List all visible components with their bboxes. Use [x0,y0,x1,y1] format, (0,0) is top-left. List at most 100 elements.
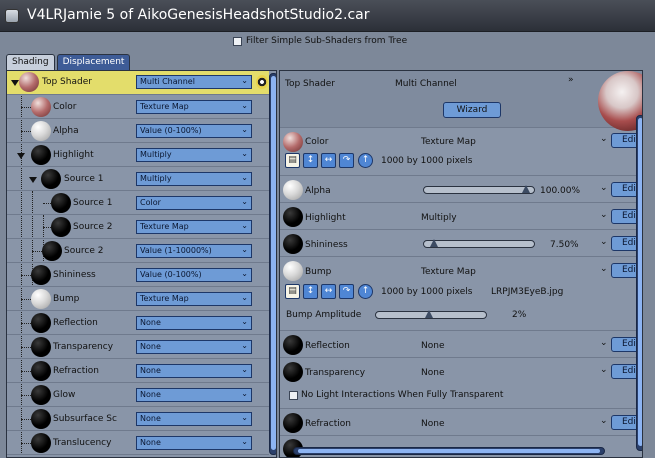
tree-row-source1[interactable]: Source 1 Multiply ⌄ [7,167,269,191]
wizard-button[interactable]: Wizard [443,102,501,118]
shader-type-select[interactable]: Multiply ⌄ [136,148,252,162]
bump-amplitude-slider[interactable] [375,310,487,319]
tree-row-transparency[interactable]: Transparency None ⌄ [7,335,269,359]
shader-preview-icon [51,193,71,213]
tree-row-source2-texture[interactable]: Source 2 Texture Map ⌄ [7,215,269,239]
chevron-down-icon[interactable]: ⌄ [600,264,608,274]
flip-horizontal-icon[interactable]: ↔ [321,153,336,168]
open-folder-icon[interactable]: ▤ [285,153,300,168]
prop-value[interactable]: 7.50% [550,240,579,250]
flip-horizontal-icon[interactable]: ↔ [321,284,336,299]
up-arrow-icon[interactable]: ↑ [358,153,373,168]
tree-line [21,299,31,300]
tree-row-alpha[interactable]: Alpha Value (0-100%) ⌄ [7,119,269,143]
chevron-down-icon: ⌄ [241,76,248,85]
chevron-down-icon: ⌄ [241,269,248,278]
alpha-slider[interactable] [423,185,535,194]
tree-row-refraction[interactable]: Refraction None ⌄ [7,359,269,383]
open-folder-icon[interactable]: ▤ [285,284,300,299]
shader-type-select[interactable]: Texture Map ⌄ [136,100,252,114]
shader-tree: Top Shader Multi Channel ⌄ Color Texture … [6,70,277,458]
tree-row-glow[interactable]: Glow None ⌄ [7,383,269,407]
shader-type-select[interactable]: Value (1-10000%) ⌄ [136,244,252,258]
props-vertical-scrollbar[interactable] [636,115,642,451]
chevron-down-icon[interactable]: ⌄ [600,134,608,144]
slider-thumb[interactable] [522,185,530,193]
up-arrow-icon[interactable]: ↑ [358,284,373,299]
prop-label: Top Shader [285,79,335,89]
tree-row-shininess[interactable]: Shininess Value (0-100%) ⌄ [7,263,269,287]
tab-shading[interactable]: Shading [6,54,55,70]
select-value: Value (0-100%) [140,126,202,135]
tree-row-bump[interactable]: Bump Texture Map ⌄ [7,287,269,311]
shader-preview-icon [31,265,51,285]
shader-type-select[interactable]: Value (0-100%) ⌄ [136,124,252,138]
flip-vertical-icon[interactable]: ↕ [303,284,318,299]
shader-preview-icon [31,433,51,453]
shader-preview-icon [31,385,51,405]
shader-type-select[interactable]: Multiply ⌄ [136,172,252,186]
chevron-down-icon[interactable]: ⌄ [600,237,608,247]
chevron-down-icon[interactable]: ⌄ [600,210,608,220]
tree-label: Shininess [53,270,96,280]
tree-row-source2-value[interactable]: Source 2 Value (1-10000%) ⌄ [7,239,269,263]
filter-checkbox[interactable] [233,36,242,46]
shader-type-select[interactable]: None ⌄ [136,340,252,354]
tree-row-translucency[interactable]: Translucency None ⌄ [7,431,269,455]
prop-top-shader: Top Shader Multi Channel » Wizard [280,71,642,131]
bump-amplitude-value[interactable]: 2% [512,310,526,320]
window-menu-icon[interactable] [5,9,19,23]
props-hscroll-thumb[interactable] [298,449,600,453]
prop-value: Multi Channel [395,79,457,89]
chevron-down-icon[interactable]: » [568,75,574,85]
tree-scroll-thumb[interactable] [271,76,276,450]
shininess-slider[interactable] [423,239,535,248]
tree-line [21,419,31,420]
tab-displacement[interactable]: Displacement [56,54,131,70]
chevron-down-icon[interactable]: ⌄ [600,183,608,193]
tree-label: Source 1 [73,198,113,208]
rotate-icon[interactable]: ↷ [339,284,354,299]
chevron-down-icon[interactable]: ⌄ [600,416,608,426]
tree-row-reflection[interactable]: Reflection None ⌄ [7,311,269,335]
tree-row-highlight[interactable]: Highlight Multiply ⌄ [7,143,269,167]
slider-thumb[interactable] [425,310,433,318]
tree-row-top-shader[interactable]: Top Shader Multi Channel ⌄ [7,71,269,95]
props-vscroll-thumb[interactable] [638,118,642,446]
collapse-icon[interactable] [11,80,19,86]
tree-row-color[interactable]: Color Texture Map ⌄ [7,95,269,119]
tree-row-subsurface[interactable]: Subsurface Sc None ⌄ [7,407,269,431]
shader-type-select[interactable]: Value (0-100%) ⌄ [136,268,252,282]
flip-vertical-icon[interactable]: ↕ [303,153,318,168]
no-light-checkbox[interactable] [289,391,298,400]
select-value: None [140,318,161,327]
shader-type-select[interactable]: None ⌄ [136,316,252,330]
shader-type-select[interactable]: None ⌄ [136,388,252,402]
slider-thumb[interactable] [430,239,438,247]
shader-type-select[interactable]: None ⌄ [136,364,252,378]
chevron-down-icon: ⌄ [241,293,248,302]
filter-label: Filter Simple Sub-Shaders from Tree [246,36,408,46]
filter-row[interactable]: Filter Simple Sub-Shaders from Tree [233,34,407,48]
image-file-name: LRPJM3EyeB.jpg [491,287,564,297]
prop-label: Shininess [305,240,348,250]
shader-type-select[interactable]: Texture Map ⌄ [136,220,252,234]
shader-type-select[interactable]: Multi Channel ⌄ [136,75,252,89]
shader-type-select[interactable]: None ⌄ [136,412,252,426]
shader-preview-icon [31,409,51,429]
props-horizontal-scrollbar[interactable] [293,447,605,455]
tree-label: Color [53,102,77,112]
prop-value[interactable]: 100.00% [540,186,580,196]
shader-type-select[interactable]: None ⌄ [136,436,252,450]
collapse-icon[interactable] [29,177,37,183]
chevron-down-icon[interactable]: ⌄ [600,365,608,375]
channel-preview-icon [283,207,303,227]
rotate-icon[interactable]: ↷ [339,153,354,168]
collapse-icon[interactable] [17,153,25,159]
shader-type-select[interactable]: Texture Map ⌄ [136,292,252,306]
chevron-down-icon[interactable]: ⌄ [600,338,608,348]
tree-scrollbar[interactable] [269,73,276,455]
shader-type-select[interactable]: Color ⌄ [136,196,252,210]
trash-icon[interactable] [256,75,268,89]
tree-row-source1-color[interactable]: Source 1 Color ⌄ [7,191,269,215]
